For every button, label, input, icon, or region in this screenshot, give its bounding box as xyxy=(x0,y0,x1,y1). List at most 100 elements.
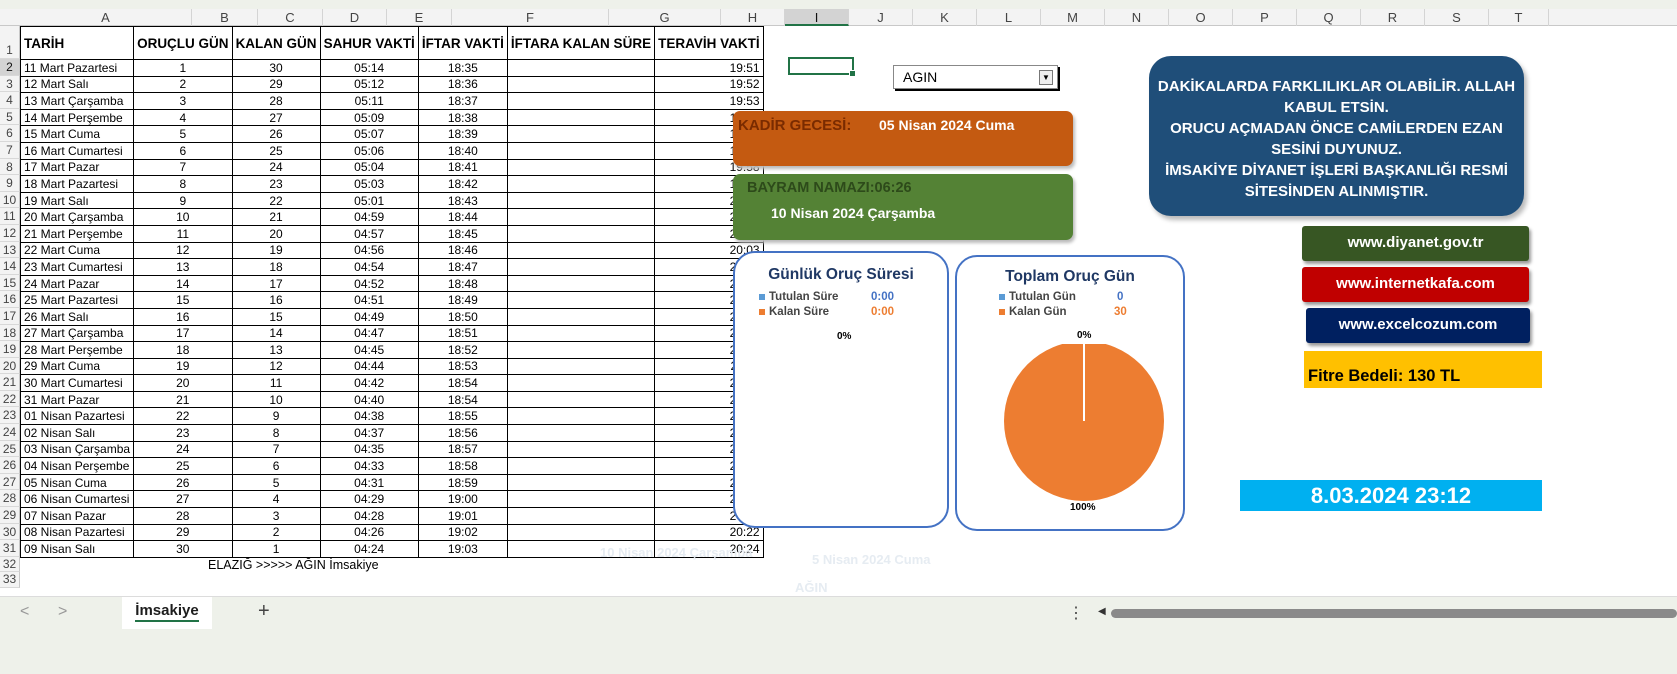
link-diyanet[interactable]: www.diyanet.gov.tr xyxy=(1302,226,1529,261)
row-header[interactable]: 18 xyxy=(0,324,20,342)
table-cell[interactable]: 04:24 xyxy=(319,540,419,558)
table-cell[interactable]: 26 xyxy=(133,473,233,492)
column-header[interactable]: I xyxy=(785,9,849,26)
table-cell[interactable]: 18:41 xyxy=(417,158,508,177)
table-cell[interactable]: 05:14 xyxy=(319,59,419,77)
table-cell[interactable]: 19:01 xyxy=(417,507,508,525)
column-header[interactable]: K xyxy=(913,9,977,26)
table-cell[interactable]: 27 Mart Çarşamba xyxy=(19,324,135,343)
table-cell[interactable]: 04:52 xyxy=(319,274,419,293)
table-cell[interactable] xyxy=(506,191,656,210)
column-header[interactable]: Q xyxy=(1297,9,1361,26)
table-cell[interactable] xyxy=(506,473,656,492)
row-header[interactable]: 26 xyxy=(0,457,20,474)
table-cell[interactable]: 04:45 xyxy=(319,341,419,359)
table-cell[interactable]: 19:03 xyxy=(417,540,508,558)
table-cell[interactable]: 18:48 xyxy=(417,274,508,293)
table-cell[interactable]: 12 xyxy=(133,241,233,260)
table-cell[interactable]: 04:38 xyxy=(319,407,419,426)
table-cell[interactable]: 14 xyxy=(231,324,321,343)
chevron-right-icon[interactable]: > xyxy=(58,603,67,621)
table-cell[interactable]: 15 xyxy=(133,291,233,309)
table-cell[interactable]: 21 Mart Perşembe xyxy=(19,224,135,243)
table-cell[interactable]: 3 xyxy=(133,92,233,110)
table-cell[interactable] xyxy=(506,175,656,193)
table-cell[interactable]: 30 xyxy=(133,540,233,558)
table-cell[interactable]: 04:40 xyxy=(319,390,419,409)
table-cell[interactable]: 18:53 xyxy=(417,357,508,376)
row-header[interactable]: 14 xyxy=(0,258,20,275)
table-cell[interactable]: 9 xyxy=(133,191,233,210)
table-cell[interactable]: 14 xyxy=(133,274,233,293)
table-cell[interactable] xyxy=(506,490,656,509)
row-header[interactable]: 6 xyxy=(0,125,20,142)
table-cell[interactable] xyxy=(506,424,656,442)
table-cell[interactable] xyxy=(506,407,656,426)
header-sahur[interactable]: SAHUR VAKTİ xyxy=(319,26,419,60)
table-cell[interactable]: 5 xyxy=(133,125,233,143)
table-cell[interactable]: 18 xyxy=(133,341,233,359)
table-cell[interactable]: 04:29 xyxy=(319,490,419,509)
table-cell[interactable] xyxy=(506,507,656,525)
table-cell[interactable]: 6 xyxy=(133,141,233,160)
table-cell[interactable] xyxy=(506,59,656,77)
table-cell[interactable]: 6 xyxy=(231,457,321,475)
column-header[interactable]: L xyxy=(977,9,1041,26)
table-cell[interactable] xyxy=(506,324,656,343)
table-cell[interactable] xyxy=(506,92,656,110)
table-cell[interactable]: 10 xyxy=(231,390,321,409)
column-header[interactable]: G xyxy=(609,9,721,26)
table-cell[interactable]: 16 xyxy=(231,291,321,309)
location-dropdown[interactable]: AGIN ▼ xyxy=(893,65,1058,89)
row-header[interactable]: 29 xyxy=(0,507,20,524)
location-label[interactable]: ELAZIĞ >>>>> AĞIN İmsakiye xyxy=(208,558,379,572)
row-header[interactable]: 31 xyxy=(0,540,20,557)
table-cell[interactable]: 29 Mart Cuma xyxy=(19,357,135,376)
row-header[interactable]: 30 xyxy=(0,523,20,541)
row-header[interactable]: 3 xyxy=(0,75,20,93)
table-cell[interactable]: 18:44 xyxy=(417,208,508,226)
row-header[interactable]: 28 xyxy=(0,490,20,508)
table-cell[interactable]: 25 xyxy=(133,457,233,475)
table-cell[interactable]: 18:54 xyxy=(417,374,508,392)
row-header[interactable]: 1 xyxy=(0,26,20,59)
row-header[interactable]: 20 xyxy=(0,357,20,375)
table-cell[interactable] xyxy=(506,274,656,293)
chevron-left-icon[interactable]: < xyxy=(20,603,29,621)
table-cell[interactable]: 05 Nisan Cuma xyxy=(19,473,135,492)
header-teravih[interactable]: TERAVİH VAKTİ xyxy=(654,26,764,60)
table-cell[interactable]: 1 xyxy=(133,59,233,77)
column-header[interactable]: T xyxy=(1489,9,1549,26)
table-cell[interactable]: 04:47 xyxy=(319,324,419,343)
table-cell[interactable] xyxy=(506,357,656,376)
table-cell[interactable] xyxy=(506,523,656,542)
table-cell[interactable]: 18:59 xyxy=(417,473,508,492)
table-cell[interactable]: 18:36 xyxy=(417,75,508,94)
table-cell[interactable]: 27 xyxy=(133,490,233,509)
row-header[interactable]: 7 xyxy=(0,141,20,159)
column-header[interactable]: M xyxy=(1041,9,1105,26)
column-header[interactable]: N xyxy=(1105,9,1169,26)
table-cell[interactable]: 19:02 xyxy=(417,523,508,542)
link-excelcozum[interactable]: www.excelcozum.com xyxy=(1306,308,1530,343)
table-cell[interactable]: 21 xyxy=(231,208,321,226)
table-cell[interactable]: 19:00 xyxy=(417,490,508,509)
table-cell[interactable]: 18:54 xyxy=(417,390,508,409)
table-cell[interactable]: 18:49 xyxy=(417,291,508,309)
table-cell[interactable]: 05:04 xyxy=(319,158,419,177)
header-iftara-kalan[interactable]: İFTARA KALAN SÜRE xyxy=(506,26,656,60)
table-cell[interactable]: 18:43 xyxy=(417,191,508,210)
table-cell[interactable] xyxy=(506,208,656,226)
table-cell[interactable]: 30 xyxy=(231,59,321,77)
table-cell[interactable]: 04:54 xyxy=(319,258,419,276)
link-internetkafa[interactable]: www.internetkafa.com xyxy=(1302,267,1529,302)
table-cell[interactable]: 16 xyxy=(133,307,233,326)
chevron-down-icon[interactable]: ▼ xyxy=(1039,70,1053,85)
header-iftar[interactable]: İFTAR VAKTİ xyxy=(417,26,508,60)
table-cell[interactable]: 06 Nisan Cumartesi xyxy=(19,490,135,509)
row-header[interactable]: 4 xyxy=(0,92,20,109)
table-cell[interactable]: 18:46 xyxy=(417,241,508,260)
table-cell[interactable]: 04:26 xyxy=(319,523,419,542)
table-cell[interactable]: 04:56 xyxy=(319,241,419,260)
header-oruclu-gun[interactable]: ORUÇLU GÜN xyxy=(133,26,233,60)
